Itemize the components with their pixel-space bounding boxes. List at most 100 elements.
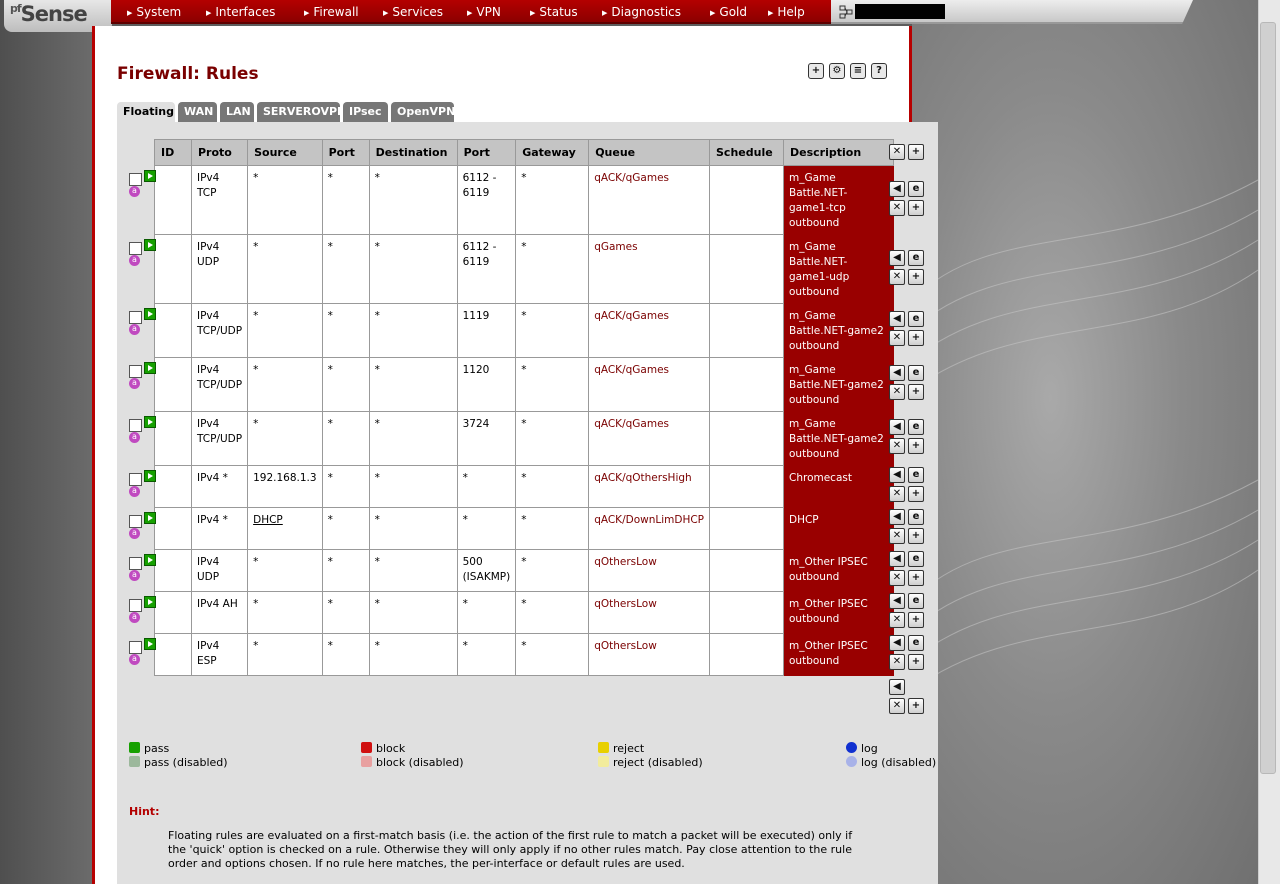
pass-icon[interactable] bbox=[144, 308, 156, 320]
table-row[interactable]: IPv4 AH * * * * * qOthersLow m_Other IPSEC outbo… bbox=[154, 591, 894, 634]
delete-rule-icon[interactable]: ✕ bbox=[889, 654, 905, 670]
pass-icon[interactable] bbox=[144, 512, 156, 524]
gear-icon[interactable]: ⚙ bbox=[829, 63, 845, 79]
table-row[interactable]: IPv4 * DHCP * * * * qACK/DownLimDHCP DHCP bbox=[154, 507, 894, 550]
delete-rule-icon[interactable]: ✕ bbox=[889, 570, 905, 586]
menu-diagnostics[interactable]: ▶ Diagnostics bbox=[602, 5, 681, 19]
row-select-checkbox[interactable] bbox=[129, 311, 142, 324]
menu-interfaces[interactable]: ▶ Interfaces bbox=[206, 5, 275, 19]
move-rule-icon[interactable]: ◀ bbox=[889, 635, 905, 651]
delete-rule-icon[interactable]: ✕ bbox=[889, 200, 905, 216]
help-icon[interactable]: ? bbox=[871, 63, 887, 79]
edit-icon[interactable]: e bbox=[908, 181, 924, 197]
column-header[interactable]: Port bbox=[321, 139, 370, 166]
add-rule-icon[interactable]: + bbox=[908, 384, 924, 400]
move-to-end-icon[interactable]: ◀ bbox=[889, 679, 905, 695]
add-rule-icon[interactable]: + bbox=[908, 654, 924, 670]
delete-rule-icon[interactable]: ✕ bbox=[889, 330, 905, 346]
edit-icon[interactable]: e bbox=[908, 250, 924, 266]
edit-icon[interactable]: e bbox=[908, 311, 924, 327]
table-row[interactable]: IPv4 ESP * * * * * qOthersLow m_Other IPSEC outb… bbox=[154, 633, 894, 676]
edit-icon[interactable]: e bbox=[908, 593, 924, 609]
column-header[interactable]: Description bbox=[783, 139, 894, 166]
delete-rule-icon[interactable]: ✕ bbox=[889, 438, 905, 454]
menu-system[interactable]: ▶ System bbox=[127, 5, 181, 19]
column-header[interactable]: Queue bbox=[588, 139, 710, 166]
tab-wan[interactable]: WAN bbox=[178, 102, 217, 122]
move-rule-icon[interactable]: ◀ bbox=[889, 365, 905, 381]
edit-icon[interactable]: e bbox=[908, 551, 924, 567]
pass-icon[interactable] bbox=[144, 638, 156, 650]
menu-status[interactable]: ▶ Status bbox=[530, 5, 578, 19]
move-rule-icon[interactable]: ◀ bbox=[889, 551, 905, 567]
pass-icon[interactable] bbox=[144, 416, 156, 428]
row-select-checkbox[interactable] bbox=[129, 419, 142, 432]
delete-selected-icon[interactable]: ✕ bbox=[889, 144, 905, 160]
scrollbar-thumb[interactable] bbox=[1260, 22, 1276, 774]
move-rule-icon[interactable]: ◀ bbox=[889, 250, 905, 266]
add-rule-icon[interactable]: + bbox=[908, 269, 924, 285]
row-select-checkbox[interactable] bbox=[129, 641, 142, 654]
column-header[interactable]: ID bbox=[154, 139, 192, 166]
menu-services[interactable]: ▶ Services bbox=[383, 5, 443, 19]
add-rule-icon[interactable]: + bbox=[908, 612, 924, 628]
table-row[interactable]: IPv4 TCP * * * 6112 -6119 * qACK/qGames m_Game Ba… bbox=[154, 165, 894, 235]
column-header[interactable]: Source bbox=[247, 139, 323, 166]
table-row[interactable]: IPv4 UDP * * * 6112 -6119 * qGames m_Game Battle.… bbox=[154, 234, 894, 304]
delete-rule-icon[interactable]: ✕ bbox=[889, 269, 905, 285]
table-row[interactable]: IPv4 TCP/UDP * * * 3724 * qACK/qGames m_Game Batt… bbox=[154, 411, 894, 466]
log-icon[interactable]: ≡ bbox=[850, 63, 866, 79]
pass-icon[interactable] bbox=[144, 362, 156, 374]
row-select-checkbox[interactable] bbox=[129, 242, 142, 255]
delete-rule-icon[interactable]: ✕ bbox=[889, 384, 905, 400]
column-header[interactable]: Schedule bbox=[709, 139, 784, 166]
edit-icon[interactable]: e bbox=[908, 365, 924, 381]
edit-icon[interactable]: e bbox=[908, 509, 924, 525]
row-select-checkbox[interactable] bbox=[129, 557, 142, 570]
delete-rule-icon[interactable]: ✕ bbox=[889, 486, 905, 502]
delete-rule-icon[interactable]: ✕ bbox=[889, 612, 905, 628]
tab-openvpn[interactable]: OpenVPN bbox=[391, 102, 455, 122]
row-select-checkbox[interactable] bbox=[129, 173, 142, 186]
tab-floating[interactable]: Floating bbox=[117, 102, 175, 123]
row-select-checkbox[interactable] bbox=[129, 365, 142, 378]
move-rule-icon[interactable]: ◀ bbox=[889, 509, 905, 525]
pass-icon[interactable] bbox=[144, 554, 156, 566]
pass-icon[interactable] bbox=[144, 170, 156, 182]
pass-icon[interactable] bbox=[144, 596, 156, 608]
add-rule-icon[interactable]: + bbox=[908, 486, 924, 502]
table-row[interactable]: IPv4 * 192.168.1.3 * * * * qACK/qOthersHigh Chr… bbox=[154, 465, 894, 508]
tab-serverovpn[interactable]: SERVEROVPN bbox=[257, 102, 346, 122]
move-rule-icon[interactable]: ◀ bbox=[889, 181, 905, 197]
add-rule-icon[interactable]: + bbox=[908, 438, 924, 454]
add-rule-icon[interactable]: + bbox=[908, 330, 924, 346]
column-header[interactable]: Port bbox=[456, 139, 517, 166]
menu-vpn[interactable]: ▶ VPN bbox=[467, 5, 501, 19]
menu-help[interactable]: ▶ Help bbox=[768, 5, 805, 19]
table-row[interactable]: IPv4 TCP/UDP * * * 1120 * qACK/qGames m_Game Batt… bbox=[154, 357, 894, 412]
edit-icon[interactable]: e bbox=[908, 635, 924, 651]
menu-firewall[interactable]: ▶ Firewall bbox=[304, 5, 359, 19]
delete-selected-icon[interactable]: ✕ bbox=[889, 698, 905, 714]
edit-icon[interactable]: e bbox=[908, 467, 924, 483]
add-rule-icon[interactable]: + bbox=[908, 698, 924, 714]
delete-rule-icon[interactable]: ✕ bbox=[889, 528, 905, 544]
column-header[interactable]: Proto bbox=[190, 139, 249, 166]
move-rule-icon[interactable]: ◀ bbox=[889, 467, 905, 483]
table-row[interactable]: IPv4 TCP/UDP * * * 1119 * qACK/qGames m_Game Batt… bbox=[154, 303, 894, 358]
add-rule-icon[interactable]: + bbox=[908, 528, 924, 544]
source-alias-link[interactable]: DHCP bbox=[253, 514, 283, 526]
move-rule-icon[interactable]: ◀ bbox=[889, 593, 905, 609]
tab-lan[interactable]: LAN bbox=[220, 102, 254, 122]
tab-ipsec[interactable]: IPsec bbox=[343, 102, 388, 122]
edit-icon[interactable]: e bbox=[908, 419, 924, 435]
pass-icon[interactable] bbox=[144, 470, 156, 482]
add-shortcut-icon[interactable]: + bbox=[808, 63, 824, 79]
move-rule-icon[interactable]: ◀ bbox=[889, 311, 905, 327]
row-select-checkbox[interactable] bbox=[129, 473, 142, 486]
row-select-checkbox[interactable] bbox=[129, 599, 142, 612]
table-row[interactable]: IPv4 UDP * * * 500 (ISAKMP) * qOthersLow m_Other … bbox=[154, 549, 894, 592]
move-rule-icon[interactable]: ◀ bbox=[889, 419, 905, 435]
add-rule-icon[interactable]: + bbox=[908, 200, 924, 216]
add-rule-icon[interactable]: + bbox=[908, 144, 924, 160]
